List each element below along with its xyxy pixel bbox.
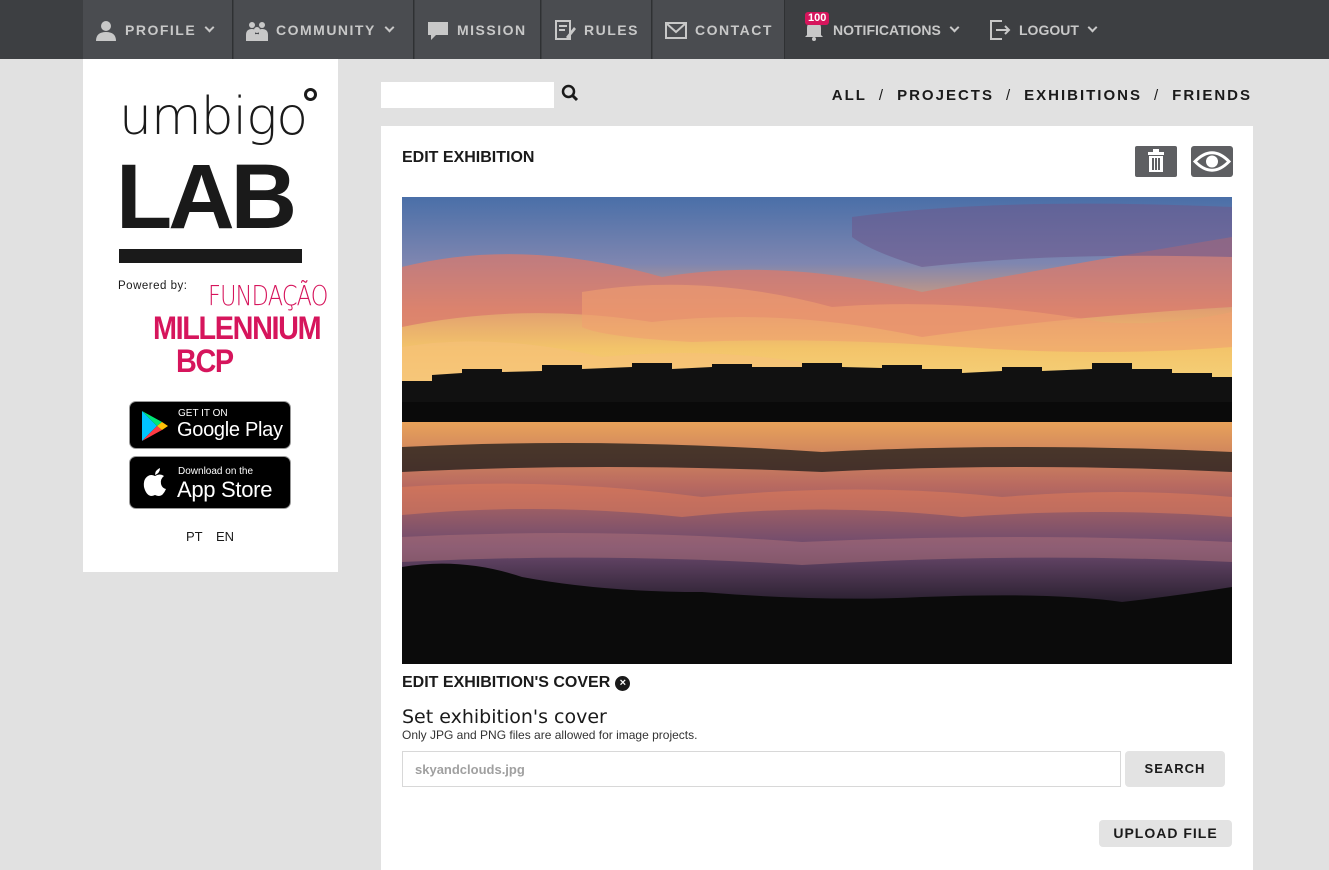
nav-rules-label: RULES <box>584 21 639 38</box>
nav-community[interactable]: COMMUNITY <box>234 0 414 59</box>
delete-button[interactable] <box>1135 146 1177 177</box>
filter-separator: / <box>1153 87 1161 104</box>
nav-mission[interactable]: MISSION <box>415 0 541 59</box>
app-store-small-text: Download on the <box>178 466 254 477</box>
app-store-badge[interactable]: Download on the App Store <box>129 456 291 509</box>
google-play-small-text: GET IT ON <box>178 408 228 419</box>
user-icon <box>96 20 116 41</box>
cover-section-title: EDIT EXHIBITION'S COVER × <box>402 674 631 692</box>
filter-friends[interactable]: FRIENDS <box>1172 87 1252 104</box>
filter-separator: / <box>1005 87 1013 104</box>
search-input[interactable] <box>381 82 554 108</box>
top-navigation: PROFILE COMMUNITY MISSION RULES CONTACT … <box>0 0 1329 59</box>
google-play-icon <box>142 411 168 441</box>
nav-contact[interactable]: CONTACT <box>653 0 785 59</box>
nav-profile-label: PROFILE <box>125 21 197 38</box>
content-filters: ALL / PROJECTS / EXHIBITIONS / FRIENDS <box>832 87 1252 104</box>
sidebar: umbigo LAB Powered by: FUNDAÇÃO MILLENNI… <box>83 59 338 572</box>
sunset-photo <box>402 197 1232 664</box>
logo-umbigo-text: umbigo <box>119 87 308 147</box>
page-title: EDIT EXHIBITION <box>402 149 535 166</box>
nav-notifications[interactable]: NOTIFICATIONS <box>791 0 971 59</box>
exhibition-cover-image <box>402 197 1232 664</box>
file-type-hint: Only JPG and PNG files are allowed for i… <box>402 728 698 742</box>
sponsor-logo-line2: MILLENNIUM <box>153 310 322 346</box>
logo-underline <box>119 249 302 263</box>
chevron-down-icon <box>949 22 960 33</box>
eye-icon <box>1192 151 1232 172</box>
edit-exhibition-panel: EDIT EXHIBITION EDIT EXHIBITION'S COVER … <box>381 126 1253 870</box>
upload-file-button[interactable]: UPLOAD FILE <box>1099 820 1232 847</box>
community-icon <box>246 21 268 41</box>
google-play-big-text: Google Play <box>177 419 283 441</box>
cover-file-field[interactable]: skyandclouds.jpg <box>402 751 1121 787</box>
nav-community-label: COMMUNITY <box>276 21 376 38</box>
search-icon[interactable] <box>561 84 579 104</box>
app-store-big-text: App Store <box>177 477 273 502</box>
filter-projects[interactable]: PROJECTS <box>897 87 994 104</box>
sponsor-logo-line1: FUNDAÇÃO <box>208 279 328 312</box>
nav-contact-label: CONTACT <box>695 21 773 38</box>
sponsor-logo-line3: BCP <box>176 343 234 379</box>
language-en-link[interactable]: EN <box>216 529 234 544</box>
nav-profile[interactable]: PROFILE <box>83 0 233 59</box>
logout-icon <box>990 19 1011 40</box>
chevron-down-icon <box>204 22 215 33</box>
nav-rules[interactable]: RULES <box>542 0 652 59</box>
language-pt-link[interactable]: PT <box>186 529 203 544</box>
document-edit-icon <box>555 19 576 40</box>
logo-lab-text: LAB <box>116 146 297 248</box>
filter-separator: / <box>878 87 886 104</box>
cover-section-title-text: EDIT EXHIBITION'S COVER <box>402 674 611 691</box>
nav-notifications-label: NOTIFICATIONS <box>833 21 941 38</box>
set-cover-heading: Set exhibition's cover <box>402 706 607 728</box>
preview-button[interactable] <box>1191 146 1233 177</box>
filter-exhibitions[interactable]: EXHIBITIONS <box>1024 87 1142 104</box>
trash-icon <box>1148 149 1164 172</box>
browse-file-button[interactable]: SEARCH <box>1125 751 1225 787</box>
notifications-count-badge: 100 <box>805 12 830 25</box>
envelope-icon <box>665 21 687 39</box>
chevron-down-icon <box>1087 22 1098 33</box>
apple-icon <box>143 468 166 496</box>
close-icon[interactable]: × <box>615 675 631 691</box>
nav-mission-label: MISSION <box>457 21 527 38</box>
powered-by-label: Powered by: <box>118 280 188 292</box>
logo-dot <box>304 88 317 101</box>
speech-bubble-icon <box>428 21 448 40</box>
nav-logout[interactable]: LOGOUT <box>977 0 1107 59</box>
filter-all[interactable]: ALL <box>832 87 867 104</box>
nav-logout-label: LOGOUT <box>1019 21 1079 38</box>
google-play-badge[interactable]: GET IT ON Google Play <box>129 401 291 449</box>
cover-file-value: skyandclouds.jpg <box>415 762 525 777</box>
chevron-down-icon <box>384 22 395 33</box>
